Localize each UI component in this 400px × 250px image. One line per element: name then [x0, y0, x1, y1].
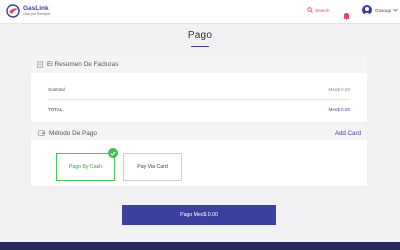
logo-flame-icon: [6, 4, 20, 18]
bell-icon: [343, 13, 350, 20]
logo-tagline: Gas por Siempre: [23, 12, 51, 16]
subtotal-label: Subtotal: [48, 87, 65, 92]
title-underline: [191, 46, 209, 47]
pay-via-card-option[interactable]: Pay Via Card: [123, 153, 182, 181]
subtotal-row: Subtotal Mex$ 0.00: [48, 87, 350, 92]
search-label: Search: [315, 7, 330, 13]
page-title: Pago: [187, 30, 213, 41]
logo-name: GasLink: [23, 5, 49, 12]
search-link[interactable]: Search: [307, 7, 330, 13]
summary-divider: [48, 99, 350, 100]
invoice-summary-header: El Resumen De Facturas: [31, 56, 367, 73]
search-icon: [307, 7, 313, 13]
avatar: [362, 5, 372, 15]
total-row: TOTAL Mex$ 0.00: [48, 107, 350, 112]
pay-button[interactable]: Pago Mex$ 0.00: [122, 205, 276, 225]
payment-method-title: Método De Pago: [49, 129, 97, 137]
invoice-summary-title: El Resumen De Facturas: [47, 61, 119, 68]
user-menu[interactable]: Gosoup: [362, 5, 398, 15]
total-label: TOTAL: [48, 107, 63, 112]
receipt-icon: [37, 61, 43, 68]
wallet-icon: [38, 130, 45, 136]
add-card-link[interactable]: Add Card: [335, 130, 361, 137]
invoice-summary-card: El Resumen De Facturas Subtotal Mex$ 0.0…: [31, 56, 367, 122]
total-value: Mex$ 0.00: [328, 107, 350, 112]
notifications-button[interactable]: [343, 7, 350, 25]
check-icon: [108, 148, 118, 158]
chevron-down-icon: [393, 8, 398, 12]
pay-by-cash-option[interactable]: Pago By Cash: [56, 153, 115, 181]
payment-method-header: Método De Pago Add Card: [31, 126, 367, 140]
payment-method-card: Método De Pago Add Card Pago By Cash Pay…: [31, 126, 367, 186]
user-name: Gosoup: [375, 7, 392, 13]
footer-bar: [0, 242, 400, 250]
app-logo[interactable]: GasLink Gas por Siempre: [6, 4, 50, 18]
top-navigation-bar: GasLink Gas por Siempre Search Gosoup: [0, 0, 400, 24]
subtotal-value: Mex$ 0.00: [328, 87, 350, 92]
